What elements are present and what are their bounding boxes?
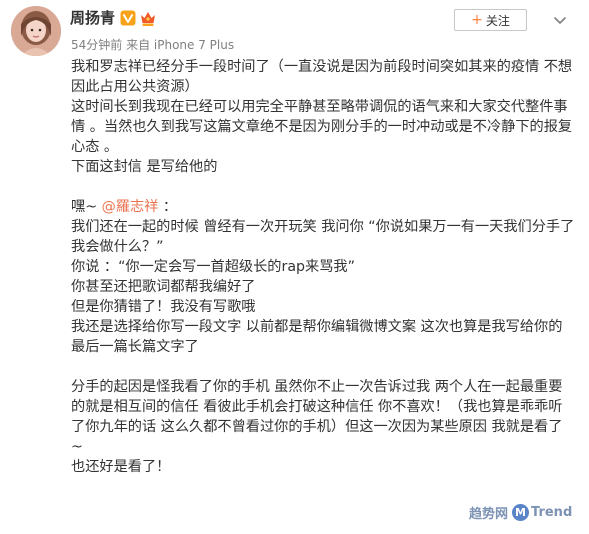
user-name[interactable]: 周扬青 bbox=[70, 8, 115, 28]
post-line: 心态 。 bbox=[71, 139, 119, 155]
post-line: 分手的起因是怪我看了你的手机 虽然你不止一次告诉过我 两个人在一起最重要 bbox=[71, 379, 563, 395]
greeting-line: 嘿~ @羅志祥 ： bbox=[71, 197, 571, 217]
post-meta[interactable]: 54分钟前 来自 iPhone 7 Plus bbox=[71, 37, 234, 53]
plus-icon: + bbox=[471, 12, 483, 28]
greeting-prefix: 嘿~ bbox=[71, 199, 102, 215]
post-line: 但是你猜错了！我没有写歌哦 bbox=[71, 299, 256, 315]
chevron-down-icon[interactable] bbox=[552, 12, 568, 28]
weibo-post-card: 周扬青 54分钟前 来自 iPhone 7 Plus + 关注 我和罗志祥已经分… bbox=[0, 0, 589, 534]
post-line: 了你九年的话 这么久都不曾看过你的手机）但这一次因为某些原因 我就是看了 bbox=[71, 419, 563, 435]
watermark-logo: 趋势网 M Trend bbox=[469, 503, 572, 522]
post-line: 最后一篇长篇文字了 bbox=[71, 339, 199, 355]
watermark-m-icon: M bbox=[512, 504, 530, 521]
post-line: 因此占用公共资源） bbox=[71, 79, 199, 95]
post-line: 我和罗志祥已经分手一段时间了（一直没说是因为前段时间突如其来的疫情 不想 bbox=[71, 59, 573, 75]
watermark-left-text: 趋势网 bbox=[469, 507, 509, 522]
post-line: 的就是相互间的信任 看彼此手机会打破这种信任 你不喜欢！（我也算是乖乖听 bbox=[71, 399, 563, 415]
vip-crown-icon[interactable] bbox=[140, 9, 156, 27]
verified-v-icon bbox=[120, 10, 136, 26]
post-line: 这时间长到我现在已经可以用完全平静甚至略带调侃的语气来和大家交代整件事 bbox=[71, 99, 568, 115]
post-line: 你甚至还把歌词都帮我编好了 bbox=[71, 279, 256, 295]
post-line: ~ bbox=[71, 439, 83, 455]
watermark-right-text: Trend bbox=[531, 505, 573, 520]
post-line: 情 。当然也久到我写这篇文章绝不是因为刚分手的一时冲动或是不冷静下的报复 bbox=[71, 119, 573, 135]
post-line: 我还是选择给你写一段文字 以前都是帮你编辑微博文案 这次也算是我写给你的 bbox=[71, 319, 563, 335]
mention-link[interactable]: @羅志祥 bbox=[102, 199, 159, 215]
post-line: 我会做什么？” bbox=[71, 239, 164, 255]
post-line: 你说 ：“你一定会写一首超级长的rap来骂我” bbox=[71, 259, 355, 275]
post-content: 我和罗志祥已经分手一段时间了（一直没说是因为前段时间突如其来的疫情 不想 因此占… bbox=[71, 57, 575, 477]
avatar[interactable] bbox=[11, 6, 61, 56]
post-line: 我们还在一起的时候 曾经有一次开玩笑 我问你 “你说如果万一有一天我们分手了 bbox=[71, 219, 575, 235]
post-line: 也还好是看了！ bbox=[71, 459, 171, 475]
post-line: 下面这封信 是写给他的 bbox=[71, 159, 218, 175]
greeting-suffix: ： bbox=[158, 199, 178, 215]
follow-button[interactable]: + 关注 bbox=[454, 9, 527, 31]
follow-label: 关注 bbox=[485, 13, 510, 28]
